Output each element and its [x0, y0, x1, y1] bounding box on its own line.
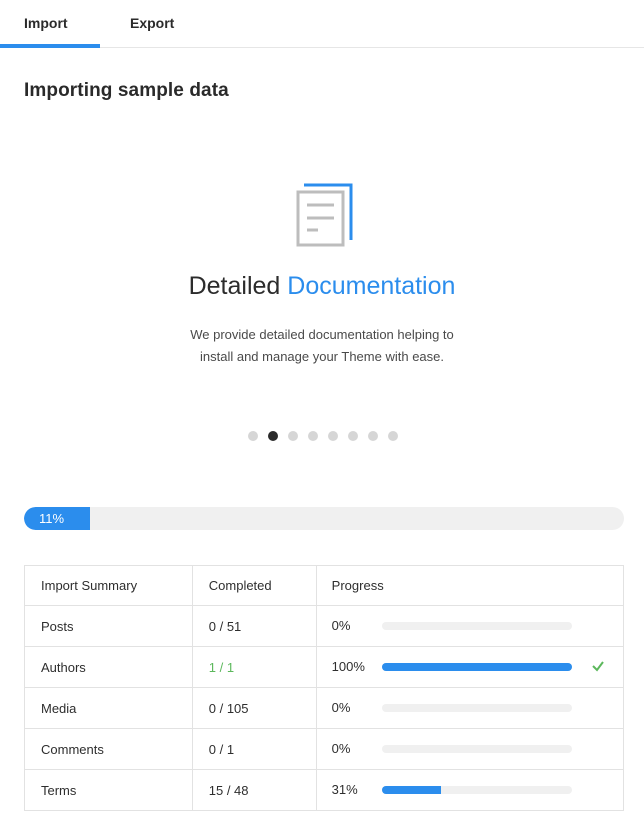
row-progress-cell: 100% [315, 646, 625, 688]
checkmark-icon [591, 661, 604, 672]
import-summary-table: Import Summary Completed Progress Posts 0… [24, 565, 625, 811]
row-completed: 15 / 48 [191, 769, 317, 811]
slide-heading: Detailed Documentation [0, 272, 644, 301]
row-progress-cell: 0% [315, 728, 625, 770]
slide-heading-plain: Detailed [188, 272, 281, 300]
carousel-dot[interactable] [368, 431, 378, 441]
table-row: Authors 1 / 1 100% [24, 646, 625, 688]
table-row: Posts 0 / 51 0% [24, 605, 625, 647]
row-progress-bar [381, 704, 572, 712]
slide-description: We provide detailed documentation helpin… [190, 327, 454, 364]
row-progress-bar [381, 745, 572, 753]
row-progress-label: 0% [331, 741, 351, 756]
carousel-dot[interactable] [248, 431, 258, 441]
row-completed: 0 / 51 [191, 605, 317, 647]
row-progress-cell: 0% [315, 687, 625, 729]
carousel-dot[interactable] [328, 431, 338, 441]
row-name: Posts [24, 605, 193, 647]
carousel-dot[interactable] [308, 431, 318, 441]
page-title: Importing sample data [24, 80, 229, 101]
document-icon [296, 183, 353, 247]
overall-progress-label: 11% [39, 511, 65, 526]
row-progress-fill [381, 786, 441, 794]
row-progress-fill [381, 663, 572, 671]
header-progress: Progress [315, 565, 625, 606]
tab-bar: Import Export [0, 0, 644, 48]
tab-export[interactable]: Export [130, 0, 174, 48]
row-progress-cell: 0% [315, 605, 625, 647]
header-import-summary: Import Summary [24, 565, 193, 606]
header-completed: Completed [191, 565, 317, 606]
carousel-dot[interactable] [268, 431, 278, 441]
overall-progress-bar: 11% [24, 507, 624, 530]
row-progress-label: 0% [331, 618, 351, 633]
table-row: Terms 15 / 48 31% [24, 769, 625, 811]
row-progress-label: 0% [331, 700, 351, 715]
carousel-dots [248, 431, 398, 443]
row-progress-label: 31% [331, 782, 358, 797]
row-progress-cell: 31% [315, 769, 625, 811]
row-progress-label: 100% [331, 659, 365, 674]
row-completed: 1 / 1 [191, 646, 317, 688]
table-row: Comments 0 / 1 0% [24, 728, 625, 770]
carousel-dot[interactable] [388, 431, 398, 441]
row-name: Authors [24, 646, 193, 688]
row-progress-bar [381, 622, 572, 630]
row-name: Terms [24, 769, 193, 811]
row-progress-bar [381, 663, 572, 671]
tab-import[interactable]: Import [0, 0, 100, 48]
row-name: Media [24, 687, 193, 729]
row-name: Comments [24, 728, 193, 770]
table-row: Media 0 / 105 0% [24, 687, 625, 729]
slide-heading-accent: Documentation [287, 272, 456, 300]
row-completed: 0 / 105 [191, 687, 317, 729]
row-completed: 0 / 1 [191, 728, 317, 770]
carousel-dot[interactable] [348, 431, 358, 441]
row-progress-bar [381, 786, 572, 794]
carousel-dot[interactable] [288, 431, 298, 441]
table-header-row: Import Summary Completed Progress [24, 565, 625, 606]
